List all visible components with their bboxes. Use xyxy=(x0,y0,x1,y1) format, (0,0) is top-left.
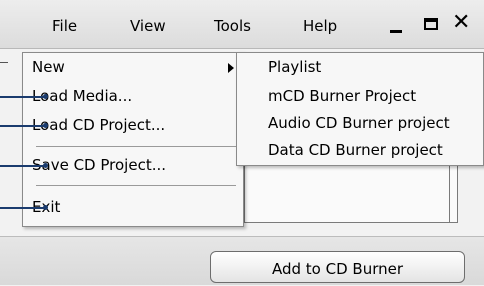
menu-view[interactable]: View xyxy=(130,17,166,35)
add-to-cd-burner-button[interactable]: Add to CD Burner xyxy=(210,251,465,283)
callout-line xyxy=(0,207,46,209)
chevron-right-icon xyxy=(228,63,234,73)
menu-item-new[interactable]: New xyxy=(32,58,65,76)
callout-dot xyxy=(43,163,48,168)
menu-bar: File View Tools Help ✕ xyxy=(0,0,484,49)
menu-separator xyxy=(36,146,236,147)
menu-tools[interactable]: Tools xyxy=(214,17,251,35)
callout-dot xyxy=(43,205,48,210)
callout-line xyxy=(0,125,46,127)
menu-help[interactable]: Help xyxy=(303,17,337,35)
submenu-item-mcd-burner-project[interactable]: mCD Burner Project xyxy=(268,87,416,105)
menu-separator xyxy=(36,185,236,186)
menu-item-load-cd-project[interactable]: Load CD Project... xyxy=(32,116,165,134)
menu-item-save-cd-project[interactable]: Save CD Project... xyxy=(32,156,166,174)
panel-edge xyxy=(0,62,8,63)
menu-file[interactable]: File xyxy=(52,17,77,35)
submenu-item-playlist[interactable]: Playlist xyxy=(268,58,321,76)
maximize-icon[interactable] xyxy=(424,18,438,30)
callout-line xyxy=(0,165,46,167)
callout-dot xyxy=(43,94,48,99)
close-icon[interactable]: ✕ xyxy=(452,12,470,34)
submenu-item-data-cd-burner-project[interactable]: Data CD Burner project xyxy=(268,141,443,159)
callout-dot xyxy=(43,123,48,128)
minimize-icon[interactable] xyxy=(390,30,402,33)
list-panel[interactable] xyxy=(244,165,458,223)
submenu-item-audio-cd-burner-project[interactable]: Audio CD Burner project xyxy=(268,114,450,132)
callout-line xyxy=(0,96,46,98)
panel-divider xyxy=(449,160,450,222)
